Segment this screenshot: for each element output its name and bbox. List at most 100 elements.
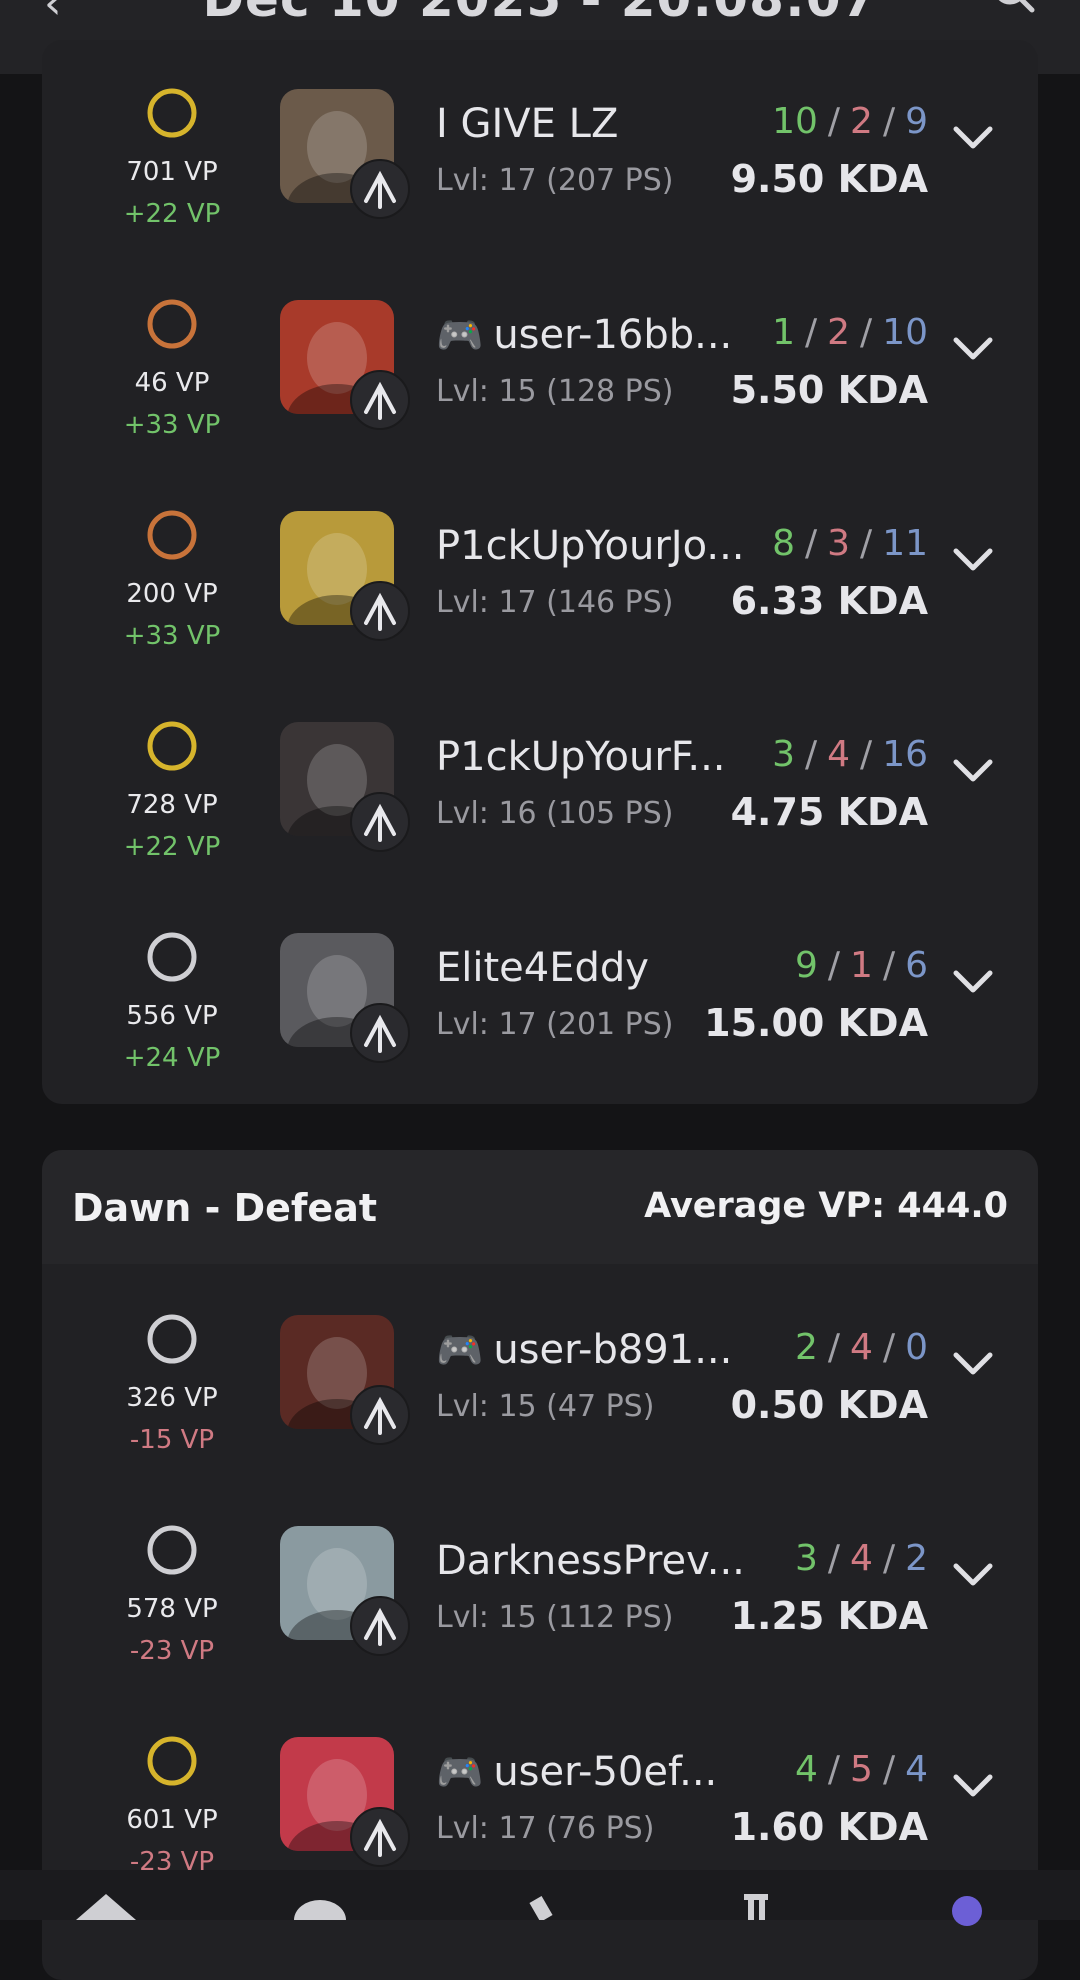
player-vp: 556 VP: [126, 1001, 218, 1031]
player-row[interactable]: 46 VP +33 VP 🎮 user-16bb... Lvl: 15 (128 PS)…: [42, 286, 1038, 496]
player-vp: 728 VP: [126, 790, 218, 820]
rank-ring-icon: [147, 510, 197, 560]
player-row[interactable]: 578 VP -23 VP DarknessPrev... Lvl: 15 (112 …: [42, 1512, 1038, 1722]
chevron-down-icon[interactable]: [952, 334, 994, 364]
assists-count: 4: [905, 1749, 928, 1790]
kda-separator: /: [827, 1749, 841, 1790]
team-card-winning: 701 VP +22 VP I GIVE LZ Lvl: 17 (207 PS) 10/…: [42, 40, 1038, 1104]
kda-separator: /: [882, 945, 896, 986]
chevron-down-icon[interactable]: [952, 545, 994, 575]
kda-separator: /: [882, 1327, 896, 1368]
kills-count: 10: [772, 101, 818, 142]
kda-separator: /: [805, 312, 818, 353]
assists-count: 2: [905, 1538, 928, 1579]
chevron-down-icon[interactable]: [952, 967, 994, 997]
player-level: Lvl: 17 (76 PS): [436, 1811, 655, 1846]
kda-ratio: 15.00 KDA: [704, 1001, 928, 1045]
player-row[interactable]: 701 VP +22 VP I GIVE LZ Lvl: 17 (207 PS) 10/…: [42, 75, 1038, 285]
chevron-down-icon[interactable]: [952, 1560, 994, 1590]
chevron-down-icon[interactable]: [952, 1349, 994, 1379]
player-row[interactable]: 556 VP +24 VP Elite4Eddy Lvl: 17 (201 PS) 9/…: [42, 919, 1038, 1104]
average-vp-label: Average VP: 444.0: [644, 1186, 1008, 1226]
deaths-count: 2: [850, 101, 873, 142]
player-name-text: Elite4Eddy: [436, 945, 649, 991]
fist-icon: [350, 1003, 410, 1063]
kills-count: 2: [795, 1327, 818, 1368]
kda-breakdown: 1/2/10: [772, 312, 928, 353]
player-name[interactable]: 🎮 user-b891...: [436, 1327, 794, 1373]
kda-breakdown: 10/2/9: [772, 101, 928, 142]
kills-count: 4: [795, 1749, 818, 1790]
chevron-down-icon[interactable]: [952, 756, 994, 786]
player-vp-change: -15 VP: [129, 1425, 215, 1455]
kda-separator: /: [860, 312, 873, 353]
deaths-count: 5: [850, 1749, 873, 1790]
kda-separator: /: [882, 101, 896, 142]
kda-separator: /: [882, 1749, 896, 1790]
chevron-down-icon[interactable]: [952, 123, 994, 153]
support-icon: [350, 1596, 410, 1656]
kda-ratio: 0.50 KDA: [730, 1383, 928, 1427]
player-name[interactable]: P1ckUpYourJo...: [436, 523, 794, 569]
spike-icon: [350, 792, 410, 852]
kda-ratio: 9.50 KDA: [730, 157, 928, 201]
kda-breakdown: 3/4/2: [795, 1538, 928, 1579]
player-vp: 578 VP: [126, 1594, 218, 1624]
deaths-count: 1: [850, 945, 873, 986]
player-vp: 601 VP: [126, 1805, 218, 1835]
team-header: Dawn - Defeat Average VP: 444.0: [42, 1150, 1038, 1264]
kills-count: 3: [795, 1538, 818, 1579]
rank-ring-icon: [147, 88, 197, 138]
bow-icon: [350, 1385, 410, 1445]
player-name-text: P1ckUpYourF...: [436, 734, 726, 780]
player-level: Lvl: 16 (105 PS): [436, 796, 674, 831]
player-name[interactable]: P1ckUpYourF...: [436, 734, 794, 780]
player-name[interactable]: Elite4Eddy: [436, 945, 794, 991]
wings-icon: [350, 1807, 410, 1867]
deaths-count: 4: [850, 1327, 873, 1368]
kda-separator: /: [827, 945, 841, 986]
player-name[interactable]: 🎮 user-16bb...: [436, 312, 794, 358]
controller-icon: 🎮: [436, 313, 484, 357]
kda-separator: /: [827, 1327, 841, 1368]
deaths-count: 4: [850, 1538, 873, 1579]
chevron-down-icon[interactable]: [952, 1771, 994, 1801]
kda-separator: /: [827, 101, 841, 142]
kda-ratio: 5.50 KDA: [730, 368, 928, 412]
search-icon[interactable]: [992, 0, 1036, 14]
assists-count: 11: [882, 523, 928, 564]
kills-count: 8: [772, 523, 795, 564]
player-row[interactable]: 326 VP -15 VP 🎮 user-b891... Lvl: 15 (47 PS)…: [42, 1301, 1038, 1511]
kda-breakdown: 2/4/0: [795, 1327, 928, 1368]
kda-separator: /: [882, 1538, 896, 1579]
wings-icon: [350, 581, 410, 641]
kills-count: 3: [772, 734, 795, 775]
player-row[interactable]: 200 VP +33 VP P1ckUpYourJo... Lvl: 17 (146 …: [42, 497, 1038, 707]
player-row[interactable]: 728 VP +22 VP P1ckUpYourF... Lvl: 16 (105 P…: [42, 708, 1038, 918]
rank-ring-icon: [147, 721, 197, 771]
player-name-text: DarknessPrev...: [436, 1538, 745, 1584]
player-name[interactable]: DarknessPrev...: [436, 1538, 794, 1584]
heroes-nav-icon[interactable]: [290, 1894, 350, 1920]
match-datetime-title: Dec 10 2025 - 20:08:07: [0, 0, 1080, 28]
home-nav-icon[interactable]: [76, 1894, 136, 1920]
player-name-text: P1ckUpYourJo...: [436, 523, 745, 569]
player-name[interactable]: I GIVE LZ: [436, 101, 794, 147]
player-vp-change: +24 VP: [123, 1043, 221, 1073]
rank-ring-icon: [147, 1314, 197, 1364]
kda-breakdown: 3/4/16: [772, 734, 928, 775]
rank-ring-icon: [147, 1736, 197, 1786]
player-name[interactable]: 🎮 user-50ef...: [436, 1749, 794, 1795]
stats-nav-icon[interactable]: [726, 1894, 786, 1920]
profile-nav-icon[interactable]: [952, 1896, 982, 1926]
kda-ratio: 6.33 KDA: [730, 579, 928, 623]
items-nav-icon[interactable]: [520, 1894, 580, 1920]
player-vp: 326 VP: [126, 1383, 218, 1413]
kda-breakdown: 8/3/11: [772, 523, 928, 564]
player-vp-change: +22 VP: [123, 832, 221, 862]
deaths-count: 3: [827, 523, 851, 564]
deaths-count: 2: [827, 312, 851, 353]
player-vp: 701 VP: [126, 157, 218, 187]
team-result-label: Dawn - Defeat: [72, 1186, 378, 1230]
kda-separator: /: [860, 734, 873, 775]
